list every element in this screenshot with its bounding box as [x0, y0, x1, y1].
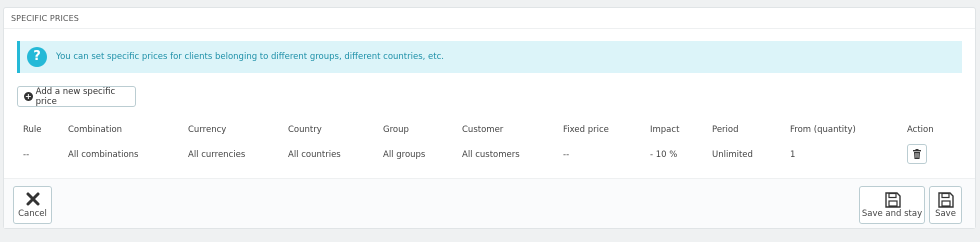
save-and-stay-button[interactable]: Save and stay: [859, 186, 925, 224]
column-header-from-quantity: From (quantity): [790, 125, 856, 135]
plus-circle-icon: +: [24, 92, 33, 101]
delete-specific-price-button[interactable]: [907, 144, 927, 164]
column-header-impact: Impact: [650, 125, 680, 135]
cancel-label: Cancel: [18, 209, 47, 219]
info-alert-text: You can set specific prices for clients …: [56, 52, 444, 62]
save-button[interactable]: Save: [929, 186, 962, 224]
cell-fixed-price: --: [563, 150, 570, 160]
heading-divider: [4, 28, 975, 29]
cancel-button[interactable]: Cancel: [13, 186, 52, 224]
panel-footer: Cancel Save and stay Save: [4, 178, 975, 228]
specific-prices-panel: SPECIFIC PRICES ? You can set specific p…: [3, 7, 976, 229]
cell-currency: All currencies: [188, 150, 246, 160]
column-header-action: Action: [907, 125, 934, 135]
cell-rule: --: [23, 150, 30, 160]
save-label: Save: [935, 209, 956, 219]
cell-impact: - 10 %: [650, 150, 678, 160]
floppy-disk-icon: [938, 192, 954, 208]
column-header-customer: Customer: [462, 125, 504, 135]
column-header-period: Period: [712, 125, 739, 135]
add-specific-price-button[interactable]: + Add a new specific price: [17, 86, 136, 107]
cell-group: All groups: [383, 150, 426, 160]
cell-country: All countries: [288, 150, 341, 160]
info-alert: ? You can set specific prices for client…: [17, 41, 962, 73]
column-header-rule: Rule: [23, 125, 42, 135]
add-specific-price-label: Add a new specific price: [35, 86, 116, 107]
close-icon: [26, 192, 40, 206]
column-header-currency: Currency: [188, 125, 227, 135]
column-header-group: Group: [383, 125, 409, 135]
cell-combination: All combinations: [68, 150, 139, 160]
save-and-stay-label: Save and stay: [861, 209, 923, 219]
floppy-disk-icon: [885, 192, 901, 208]
column-header-combination: Combination: [68, 125, 123, 135]
column-header-fixed-price: Fixed price: [563, 125, 609, 135]
cell-from-quantity: 1: [790, 150, 796, 160]
panel-title: SPECIFIC PRICES: [11, 14, 79, 23]
cell-customer: All customers: [462, 150, 520, 160]
trash-icon: [913, 149, 921, 159]
column-header-country: Country: [288, 125, 322, 135]
question-circle-icon: ?: [27, 47, 47, 67]
cell-period: Unlimited: [712, 150, 753, 160]
